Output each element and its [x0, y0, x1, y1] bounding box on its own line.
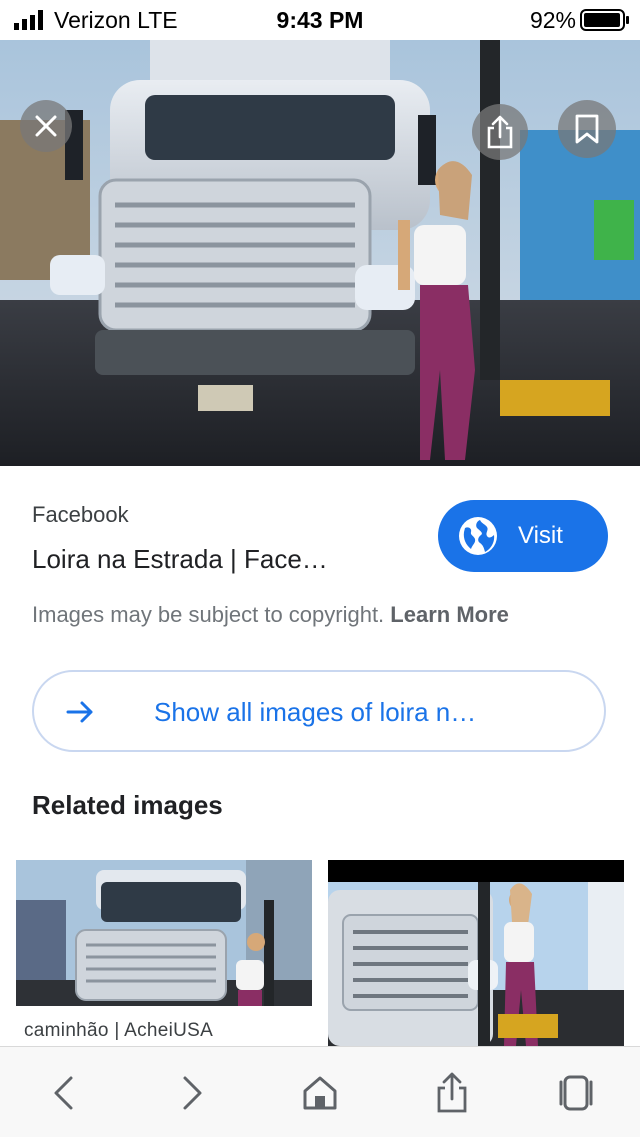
share-icon — [487, 115, 513, 149]
truck-photo — [0, 40, 640, 466]
close-icon — [35, 115, 57, 137]
learn-more-link[interactable]: Learn More — [390, 602, 509, 627]
status-bar: Verizon LTE 9:43 PM 92% — [0, 0, 640, 40]
forward-button[interactable] — [168, 1069, 216, 1117]
battery-percent: 92% — [529, 7, 576, 33]
related-image-1[interactable] — [16, 860, 312, 1006]
share-button[interactable] — [472, 104, 528, 160]
copyright-notice: Images may be subject to copyright. Lear… — [32, 602, 509, 628]
related-image-1-caption[interactable]: caminhão | AcheiUSA — [24, 1020, 213, 1042]
bookmark-icon — [575, 114, 599, 144]
back-button[interactable] — [40, 1069, 88, 1117]
home-button[interactable] — [296, 1069, 344, 1117]
share-page-button[interactable] — [428, 1069, 476, 1117]
arrow-right-icon — [66, 701, 93, 723]
related-thumbnail-truck — [16, 860, 312, 1006]
back-icon — [54, 1076, 73, 1110]
tabs-button[interactable] — [552, 1069, 600, 1117]
visit-label: Visit — [518, 522, 563, 549]
related-image-2[interactable] — [328, 860, 624, 1046]
share-icon — [437, 1072, 467, 1113]
result-title[interactable]: Loira na Estrada | Face… — [32, 544, 328, 575]
result-source: Facebook — [32, 502, 129, 527]
visit-button[interactable]: Visit — [438, 500, 608, 572]
save-image-button[interactable] — [558, 100, 616, 158]
related-thumbnail-truck-2 — [328, 860, 624, 1046]
show-all-label: Show all images of loira n… — [154, 697, 477, 727]
battery-icon — [580, 9, 629, 31]
hero-image[interactable] — [0, 40, 640, 466]
forward-icon — [183, 1076, 202, 1110]
browser-toolbar — [0, 1046, 640, 1137]
copyright-text: Images may be subject to copyright. — [32, 602, 385, 627]
related-images-heading: Related images — [32, 790, 223, 820]
globe-icon — [459, 517, 497, 555]
home-icon — [303, 1076, 337, 1110]
show-all-images-button[interactable]: Show all images of loira n… — [32, 670, 606, 752]
close-button[interactable] — [20, 100, 72, 152]
tabs-icon — [559, 1075, 593, 1111]
